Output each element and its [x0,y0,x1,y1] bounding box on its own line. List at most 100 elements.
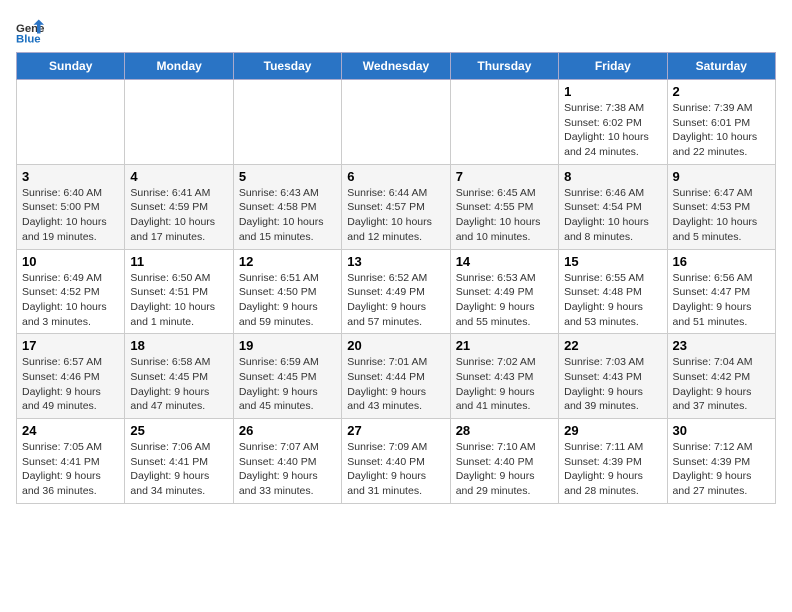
calendar-cell [125,80,233,165]
col-header-thursday: Thursday [450,53,558,80]
col-header-tuesday: Tuesday [233,53,341,80]
day-number: 27 [347,423,444,438]
day-info: Sunrise: 7:11 AM Sunset: 4:39 PM Dayligh… [564,440,661,499]
day-info: Sunrise: 7:06 AM Sunset: 4:41 PM Dayligh… [130,440,227,499]
calendar-cell: 1 Sunrise: 7:38 AM Sunset: 6:02 PM Daylig… [559,80,667,165]
day-info: Sunrise: 6:47 AM Sunset: 4:53 PM Dayligh… [673,186,770,245]
day-number: 15 [564,254,661,269]
day-info: Sunrise: 7:09 AM Sunset: 4:40 PM Dayligh… [347,440,444,499]
calendar-cell [17,80,125,165]
col-header-sunday: Sunday [17,53,125,80]
calendar-cell: 25 Sunrise: 7:06 AM Sunset: 4:41 PM Dayli… [125,419,233,504]
calendar-cell: 2 Sunrise: 7:39 AM Sunset: 6:01 PM Daylig… [667,80,775,165]
day-info: Sunrise: 6:52 AM Sunset: 4:49 PM Dayligh… [347,271,444,330]
calendar-cell: 30 Sunrise: 7:12 AM Sunset: 4:39 PM Dayli… [667,419,775,504]
calendar-table: SundayMondayTuesdayWednesdayThursdayFrid… [16,52,776,504]
calendar-cell: 20 Sunrise: 7:01 AM Sunset: 4:44 PM Dayli… [342,334,450,419]
day-number: 12 [239,254,336,269]
day-info: Sunrise: 7:07 AM Sunset: 4:40 PM Dayligh… [239,440,336,499]
day-number: 13 [347,254,444,269]
day-number: 6 [347,169,444,184]
day-info: Sunrise: 7:03 AM Sunset: 4:43 PM Dayligh… [564,355,661,414]
day-info: Sunrise: 6:46 AM Sunset: 4:54 PM Dayligh… [564,186,661,245]
calendar-cell: 23 Sunrise: 7:04 AM Sunset: 4:42 PM Dayli… [667,334,775,419]
day-number: 2 [673,84,770,99]
calendar-cell [342,80,450,165]
calendar-cell: 6 Sunrise: 6:44 AM Sunset: 4:57 PM Daylig… [342,164,450,249]
day-info: Sunrise: 6:40 AM Sunset: 5:00 PM Dayligh… [22,186,119,245]
header: General Blue [16,16,776,44]
calendar-cell: 22 Sunrise: 7:03 AM Sunset: 4:43 PM Dayli… [559,334,667,419]
day-number: 28 [456,423,553,438]
day-info: Sunrise: 6:53 AM Sunset: 4:49 PM Dayligh… [456,271,553,330]
day-number: 9 [673,169,770,184]
calendar-cell: 16 Sunrise: 6:56 AM Sunset: 4:47 PM Dayli… [667,249,775,334]
day-info: Sunrise: 7:10 AM Sunset: 4:40 PM Dayligh… [456,440,553,499]
day-info: Sunrise: 6:55 AM Sunset: 4:48 PM Dayligh… [564,271,661,330]
day-info: Sunrise: 6:56 AM Sunset: 4:47 PM Dayligh… [673,271,770,330]
day-number: 25 [130,423,227,438]
day-info: Sunrise: 7:12 AM Sunset: 4:39 PM Dayligh… [673,440,770,499]
calendar-cell: 8 Sunrise: 6:46 AM Sunset: 4:54 PM Daylig… [559,164,667,249]
day-number: 3 [22,169,119,184]
calendar-cell: 7 Sunrise: 6:45 AM Sunset: 4:55 PM Daylig… [450,164,558,249]
day-number: 17 [22,338,119,353]
calendar-cell: 14 Sunrise: 6:53 AM Sunset: 4:49 PM Dayli… [450,249,558,334]
day-number: 16 [673,254,770,269]
day-info: Sunrise: 6:49 AM Sunset: 4:52 PM Dayligh… [22,271,119,330]
day-number: 18 [130,338,227,353]
calendar-cell: 10Sunrise: 6:49 AM Sunset: 4:52 PM Dayli… [17,249,125,334]
calendar-cell: 28 Sunrise: 7:10 AM Sunset: 4:40 PM Dayli… [450,419,558,504]
col-header-friday: Friday [559,53,667,80]
day-info: Sunrise: 6:58 AM Sunset: 4:45 PM Dayligh… [130,355,227,414]
day-info: Sunrise: 7:38 AM Sunset: 6:02 PM Dayligh… [564,101,661,160]
day-info: Sunrise: 6:45 AM Sunset: 4:55 PM Dayligh… [456,186,553,245]
calendar-cell: 3 Sunrise: 6:40 AM Sunset: 5:00 PM Daylig… [17,164,125,249]
day-number: 1 [564,84,661,99]
day-number: 8 [564,169,661,184]
day-info: Sunrise: 6:50 AM Sunset: 4:51 PM Dayligh… [130,271,227,330]
day-number: 26 [239,423,336,438]
calendar-cell: 27 Sunrise: 7:09 AM Sunset: 4:40 PM Dayli… [342,419,450,504]
calendar-cell [233,80,341,165]
day-number: 7 [456,169,553,184]
col-header-wednesday: Wednesday [342,53,450,80]
day-info: Sunrise: 6:59 AM Sunset: 4:45 PM Dayligh… [239,355,336,414]
day-number: 29 [564,423,661,438]
calendar-cell: 26 Sunrise: 7:07 AM Sunset: 4:40 PM Dayli… [233,419,341,504]
calendar-cell: 5 Sunrise: 6:43 AM Sunset: 4:58 PM Daylig… [233,164,341,249]
day-number: 20 [347,338,444,353]
day-info: Sunrise: 6:44 AM Sunset: 4:57 PM Dayligh… [347,186,444,245]
calendar-cell: 15 Sunrise: 6:55 AM Sunset: 4:48 PM Dayli… [559,249,667,334]
day-number: 30 [673,423,770,438]
day-info: Sunrise: 7:02 AM Sunset: 4:43 PM Dayligh… [456,355,553,414]
calendar-cell: 21 Sunrise: 7:02 AM Sunset: 4:43 PM Dayli… [450,334,558,419]
col-header-monday: Monday [125,53,233,80]
day-number: 23 [673,338,770,353]
day-info: Sunrise: 6:57 AM Sunset: 4:46 PM Dayligh… [22,355,119,414]
day-info: Sunrise: 7:04 AM Sunset: 4:42 PM Dayligh… [673,355,770,414]
day-info: Sunrise: 6:43 AM Sunset: 4:58 PM Dayligh… [239,186,336,245]
day-number: 11 [130,254,227,269]
day-number: 24 [22,423,119,438]
calendar-cell: 12 Sunrise: 6:51 AM Sunset: 4:50 PM Dayli… [233,249,341,334]
calendar-cell: 29 Sunrise: 7:11 AM Sunset: 4:39 PM Dayli… [559,419,667,504]
day-number: 21 [456,338,553,353]
day-info: Sunrise: 7:39 AM Sunset: 6:01 PM Dayligh… [673,101,770,160]
day-number: 5 [239,169,336,184]
day-info: Sunrise: 7:01 AM Sunset: 4:44 PM Dayligh… [347,355,444,414]
logo-icon: General Blue [16,16,44,44]
day-number: 4 [130,169,227,184]
day-info: Sunrise: 7:05 AM Sunset: 4:41 PM Dayligh… [22,440,119,499]
calendar-cell: 19 Sunrise: 6:59 AM Sunset: 4:45 PM Dayli… [233,334,341,419]
day-info: Sunrise: 6:41 AM Sunset: 4:59 PM Dayligh… [130,186,227,245]
calendar-cell: 18 Sunrise: 6:58 AM Sunset: 4:45 PM Dayli… [125,334,233,419]
calendar-cell: 17 Sunrise: 6:57 AM Sunset: 4:46 PM Dayli… [17,334,125,419]
day-number: 14 [456,254,553,269]
calendar-cell: 9 Sunrise: 6:47 AM Sunset: 4:53 PM Daylig… [667,164,775,249]
calendar-cell: 11 Sunrise: 6:50 AM Sunset: 4:51 PM Dayli… [125,249,233,334]
day-info: Sunrise: 6:51 AM Sunset: 4:50 PM Dayligh… [239,271,336,330]
day-number: 22 [564,338,661,353]
day-number: 19 [239,338,336,353]
calendar-cell: 24 Sunrise: 7:05 AM Sunset: 4:41 PM Dayli… [17,419,125,504]
